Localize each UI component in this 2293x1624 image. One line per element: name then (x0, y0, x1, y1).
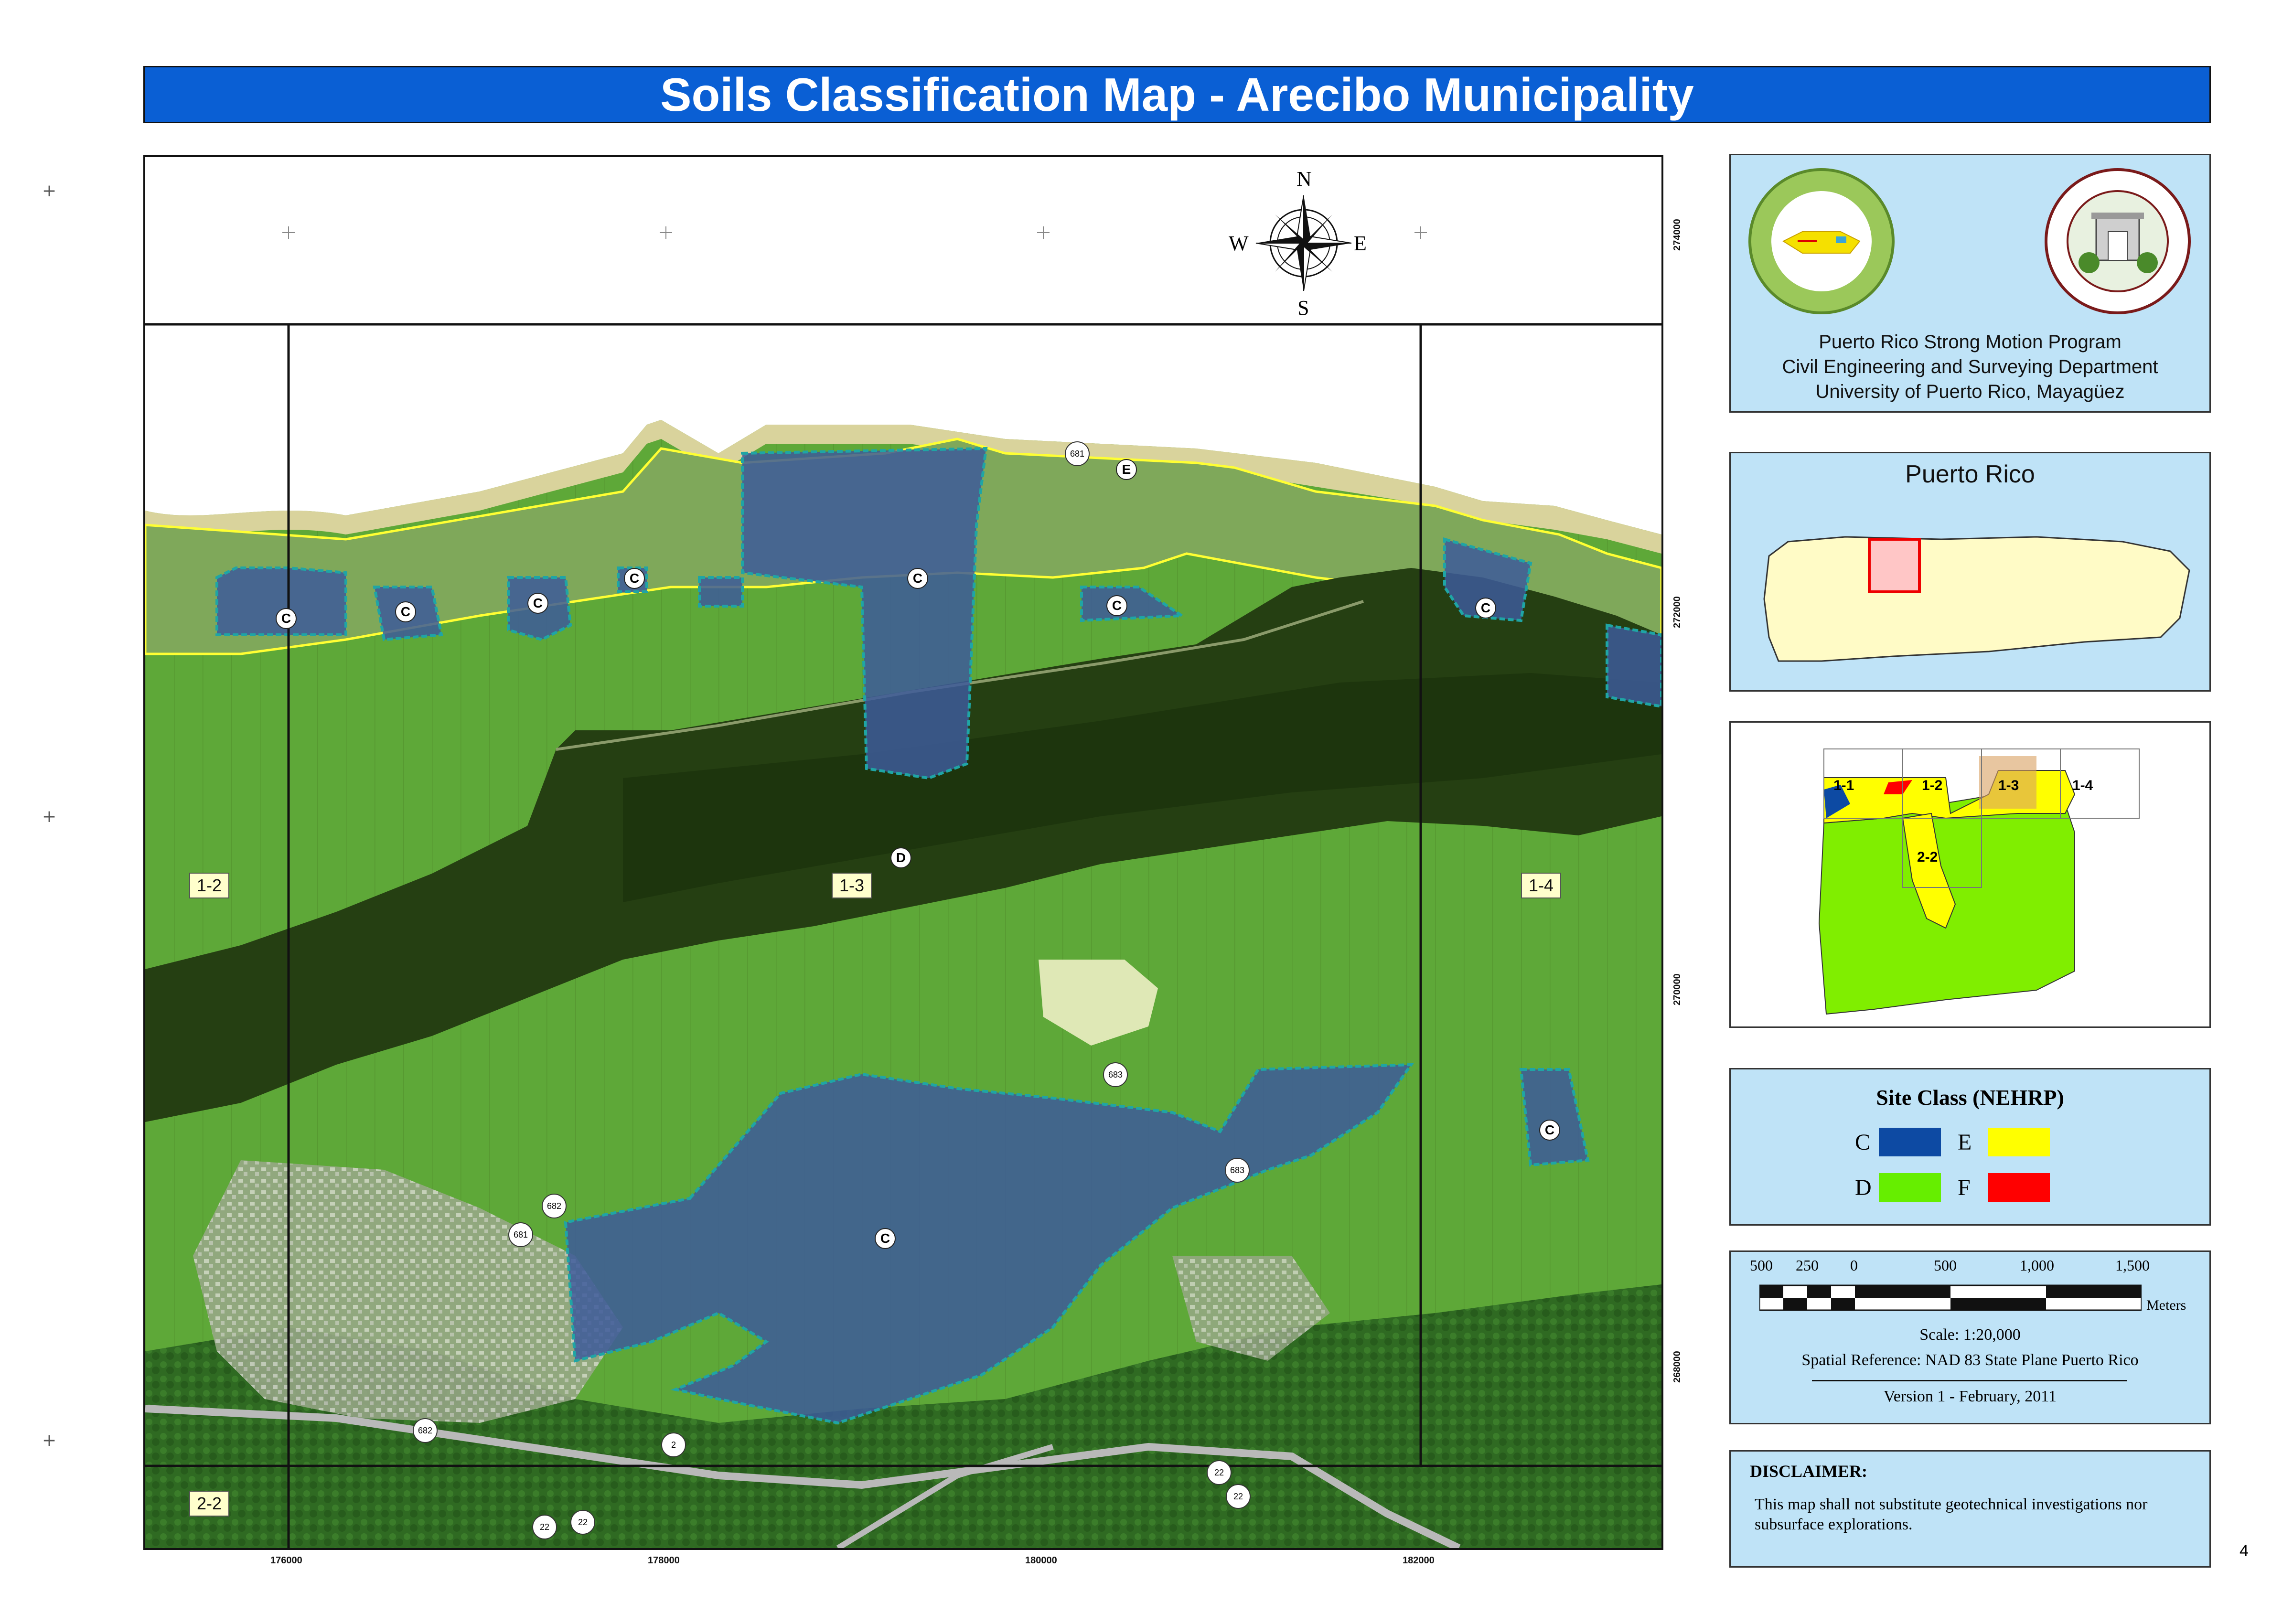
soil-class-label-c: C (527, 593, 548, 614)
locator-panel: Puerto Rico (1729, 452, 2211, 692)
index-map-panel: 1-1 1-2 1-3 1-4 2-2 (1729, 721, 2211, 1028)
compass-east: E (1354, 232, 1367, 255)
soil-class-label-c: C (907, 568, 928, 589)
road-shield: 681 (508, 1222, 533, 1247)
title-bar: Soils Classification Map - Arecibo Munic… (143, 66, 2211, 123)
index-tile-label: 2-2 (1917, 849, 1938, 865)
scale-tick: 1,000 (2020, 1257, 2054, 1274)
y-tick-label: 274000 (1672, 219, 1682, 251)
index-tile-label: 1-2 (1922, 778, 1943, 793)
institution-department: Civil Engineering and Surveying Departme… (1782, 356, 2158, 377)
page-number: 4 (2239, 1542, 2249, 1560)
institution-program: Puerto Rico Strong Motion Program (1819, 331, 2122, 353)
scale-text: Scale: 1:20,000 (1919, 1326, 2021, 1344)
spatial-reference: Spatial Reference: NAD 83 State Plane Pu… (1801, 1351, 2139, 1369)
compass-south: S (1297, 296, 1309, 320)
legend-swatch-e (1988, 1128, 2050, 1156)
legend-label-f: F (1958, 1175, 1971, 1200)
tile-label-1-3: 1-3 (832, 873, 872, 898)
soil-class-label-c: C (1106, 595, 1127, 616)
compass-west: W (1229, 232, 1249, 255)
y-tick-label: 272000 (1672, 596, 1682, 628)
scale-panel: 500 250 0 500 1,000 1,500 Meters Scale: … (1729, 1250, 2211, 1424)
disclaimer-title: DISCLAIMER: (1750, 1462, 1868, 1481)
legend-label-c: C (1855, 1130, 1871, 1155)
x-tick-label: 182000 (1403, 1555, 1435, 1566)
road-shield: 22 (1207, 1460, 1232, 1485)
legend-label-e: E (1958, 1130, 1972, 1155)
x-tick-label: 180000 (1025, 1555, 1057, 1566)
road-shield: 2 (661, 1432, 686, 1457)
scale-tick: 250 (1796, 1257, 1819, 1274)
scale-unit: Meters (2146, 1297, 2186, 1313)
soil-class-label-c: C (624, 568, 645, 589)
y-tick-label: 268000 (1672, 1351, 1682, 1383)
map-frame[interactable]: N S E W 1-2 1-3 1-4 2-2 C C C C C C C C … (143, 155, 1663, 1550)
soil-class-label-c: C (1539, 1120, 1560, 1141)
index-tile-label: 1-4 (2072, 778, 2093, 793)
institution-panel: Puerto Rico Strong Motion Program Civil … (1729, 154, 2211, 413)
registration-cross: + (42, 807, 57, 826)
soil-class-label-c: C (395, 601, 416, 622)
legend-swatch-c (1879, 1128, 1941, 1156)
road-shield: 683 (1103, 1062, 1128, 1087)
index-map (1818, 748, 2140, 1015)
tile-label-2-2: 2-2 (189, 1491, 230, 1517)
divider (1812, 1380, 2127, 1381)
puerto-rico-outline (1763, 536, 2190, 662)
soil-class-label-c: C (875, 1228, 896, 1249)
x-tick-label: 176000 (270, 1555, 302, 1566)
soil-class-label-e: E (1116, 459, 1137, 480)
scale-tick: 0 (1850, 1257, 1858, 1274)
x-tick-label: 178000 (648, 1555, 680, 1566)
soil-class-label-c: C (276, 608, 297, 629)
tile-label-1-2: 1-2 (189, 873, 230, 898)
legend-swatch-d (1879, 1173, 1941, 1202)
disclaimer-text: This map shall not substitute geotechnic… (1755, 1496, 2148, 1533)
y-tick-label: 270000 (1672, 973, 1682, 1005)
scale-tick: 1,500 (2115, 1257, 2150, 1274)
road-shield: 682 (413, 1418, 438, 1443)
scale-tick: 500 (1750, 1257, 1773, 1274)
registration-cross: + (42, 181, 57, 201)
institution-university: University of Puerto Rico, Mayagüez (1815, 381, 2125, 402)
map-title: Soils Classification Map - Arecibo Munic… (660, 68, 1694, 121)
legend-panel: Site Class (NEHRP) C E D F (1729, 1068, 2211, 1226)
index-tile-label: 1-3 (1998, 778, 2019, 793)
tile-label-1-4: 1-4 (1521, 873, 1562, 898)
legend-title: Site Class (NEHRP) (1876, 1085, 2064, 1110)
road-shield: 683 (1225, 1158, 1250, 1183)
index-tile-label: 1-1 (1833, 778, 1854, 793)
soil-class-label-d: D (890, 847, 911, 868)
road-shield: 22 (1226, 1484, 1251, 1509)
road-shield: 22 (532, 1515, 557, 1539)
rum-seal-icon (2045, 168, 2191, 314)
version-text: Version 1 - February, 2011 (1884, 1388, 2057, 1405)
compass-north: N (1297, 167, 1312, 191)
scale-bar (1759, 1284, 2142, 1311)
road-shield: 22 (570, 1510, 595, 1535)
soil-class-label-c: C (1475, 598, 1496, 619)
disclaimer-panel: DISCLAIMER: This map shall not substitut… (1729, 1450, 2211, 1568)
legend-swatch-f (1988, 1173, 2050, 1202)
prsmp-seal-icon (1748, 168, 1895, 314)
road-shield: 681 (1065, 441, 1090, 466)
road-shield: 682 (542, 1194, 567, 1218)
locator-title: Puerto Rico (1905, 460, 2035, 488)
registration-cross: + (42, 1431, 57, 1450)
legend-label-d: D (1855, 1175, 1872, 1200)
scale-tick: 500 (1934, 1257, 1957, 1274)
